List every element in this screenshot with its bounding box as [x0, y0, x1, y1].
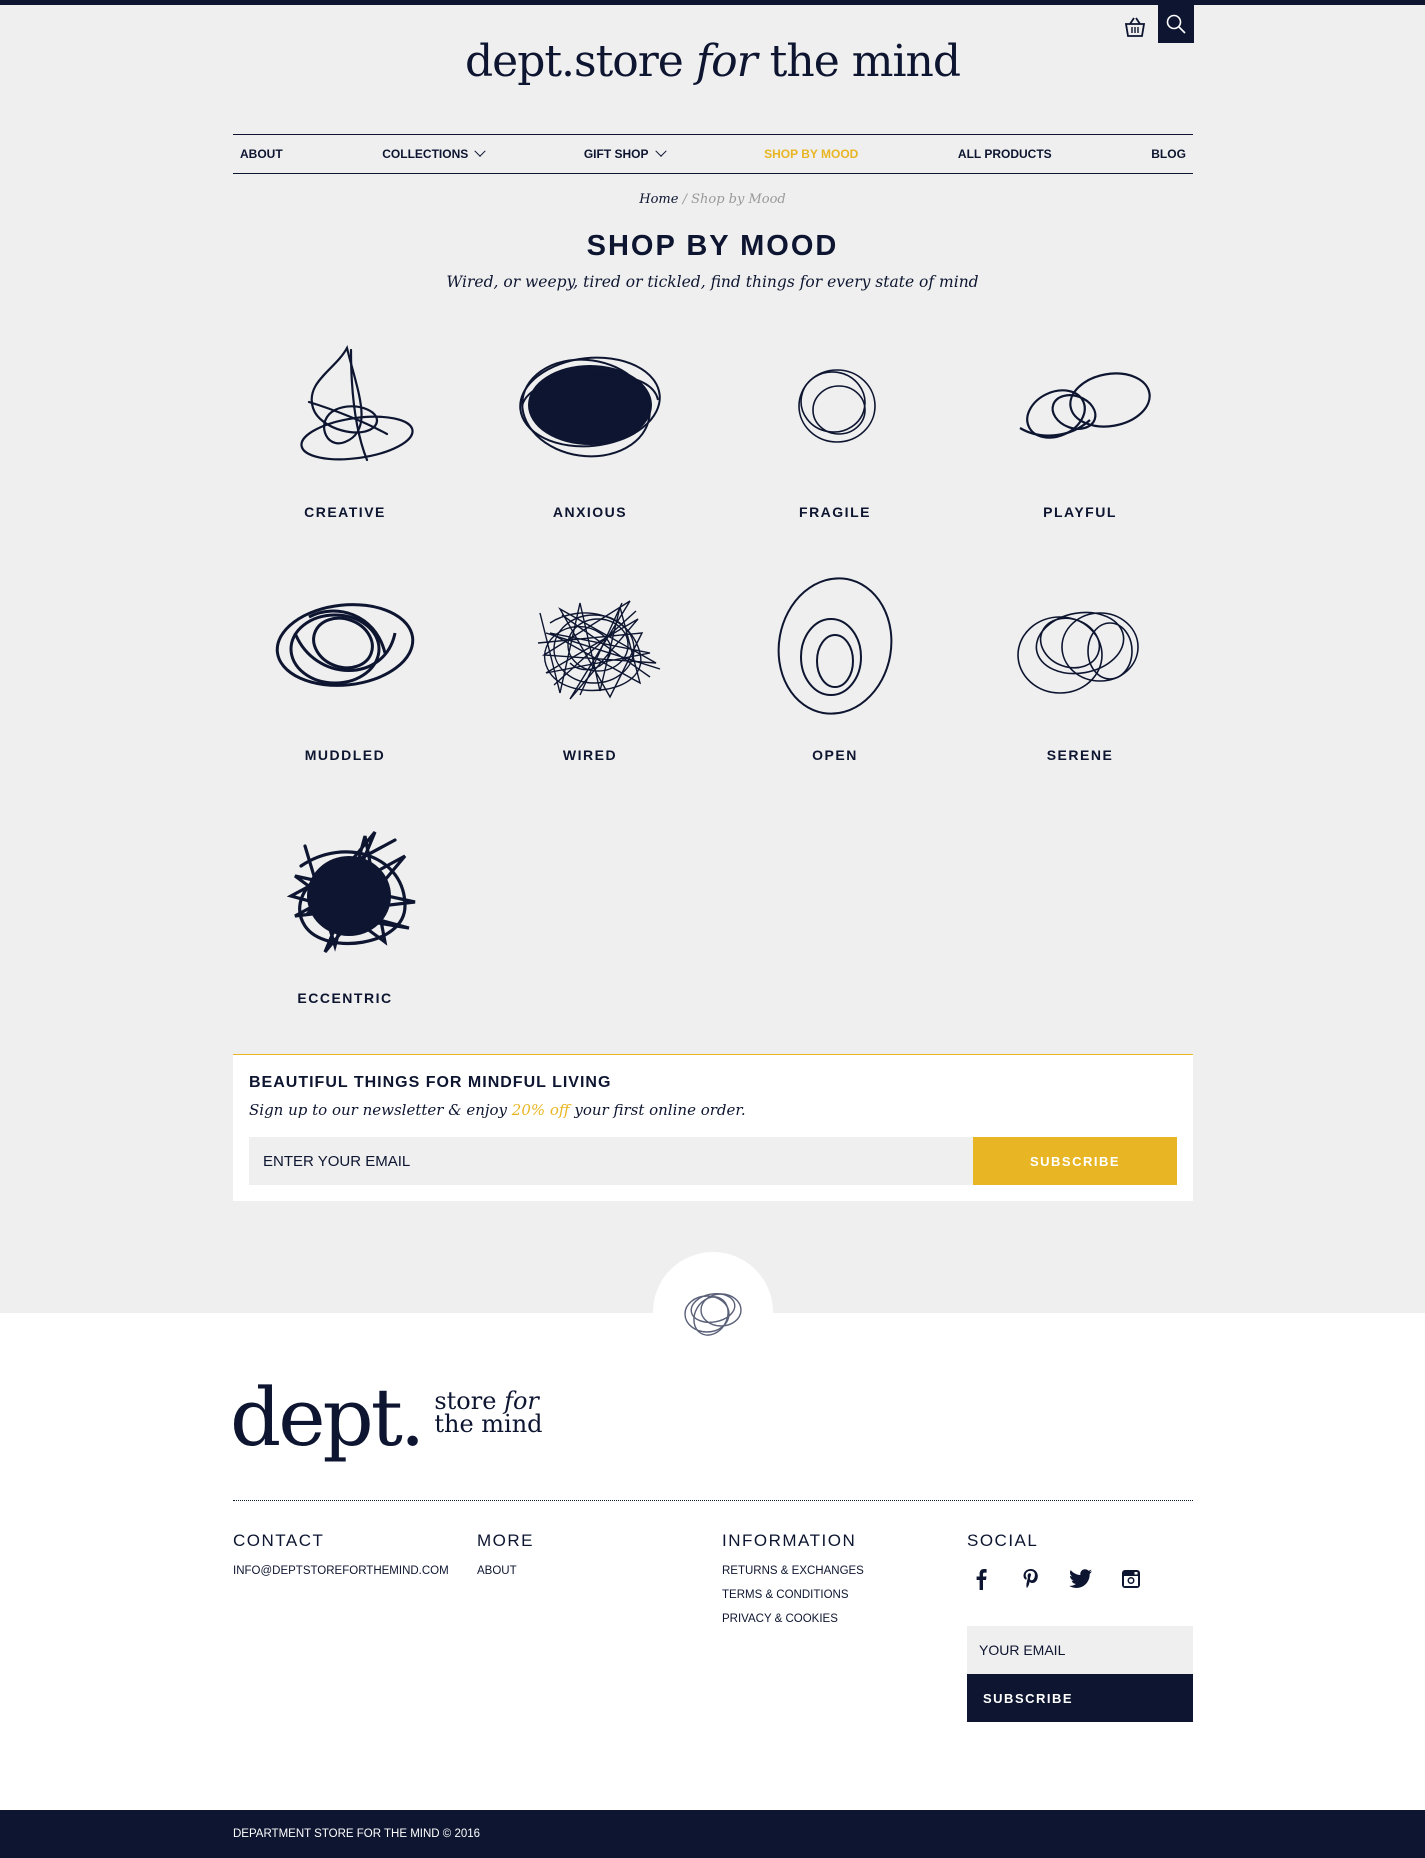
breadcrumb: Home / Shop by Mood — [0, 192, 1425, 207]
mood-label: OPEN — [812, 747, 858, 763]
mood-tile-open[interactable]: OPEN — [723, 573, 947, 773]
footer-link-terms[interactable]: TERMS & CONDITIONS — [722, 1589, 864, 1601]
breadcrumb-current: Shop by Mood — [691, 192, 786, 207]
mood-tile-creative[interactable]: CREATIVE — [233, 330, 457, 530]
fragile-scribble-icon — [798, 369, 876, 443]
serene-scribble-icon — [684, 1292, 742, 1336]
logo-italic: for — [695, 36, 758, 87]
footer-heading-social: SOCIAL — [967, 1531, 1039, 1550]
mood-label: ANXIOUS — [552, 504, 628, 520]
wired-scribble-icon — [537, 600, 661, 700]
mood-label: ECCENTRIC — [297, 990, 393, 1006]
newsletter-text-end: your first online order. — [569, 1101, 746, 1119]
mood-label: FRAGILE — [799, 504, 871, 520]
main-nav: ABOUT COLLECTIONS GIFT SHOP SHOP BY MOOD… — [233, 134, 1193, 174]
footer-email-input[interactable] — [967, 1626, 1193, 1674]
anxious-scribble-icon — [519, 356, 661, 458]
mood-label: MUDDLED — [304, 747, 386, 763]
mood-tile-playful[interactable]: PLAYFUL — [968, 330, 1192, 530]
contact-email-link[interactable]: INFO@DEPTSTOREFORTHEMIND.COM — [233, 1565, 449, 1577]
logo-main: dept.store — [464, 36, 684, 87]
creative-scribble-icon — [300, 344, 414, 462]
nav-label: COLLECTIONS — [382, 147, 469, 161]
footer-subscribe-button[interactable]: SUBSCRIBE — [967, 1674, 1193, 1722]
bottom-bar: DEPARTMENT STORE FOR THE MIND © 2016 — [0, 1810, 1425, 1858]
copyright-text: DEPARTMENT STORE FOR THE MIND © 2016 — [233, 1828, 481, 1840]
nav-label: GIFT SHOP — [583, 147, 649, 161]
newsletter-text: Sign up to our newsletter & enjoy 20% of… — [249, 1101, 746, 1119]
newsletter-subscribe-button[interactable]: SUBSCRIBE — [973, 1137, 1177, 1185]
footer — [0, 1313, 1425, 1810]
mood-tile-anxious[interactable]: ANXIOUS — [478, 330, 702, 530]
nav-label: ALL PRODUCTS — [957, 147, 1052, 161]
footer-heading-more: MORE — [477, 1531, 534, 1550]
chevron-down-icon — [474, 145, 486, 157]
footer-link-about[interactable]: ABOUT — [477, 1565, 534, 1577]
nav-label: BLOG — [1151, 147, 1186, 161]
eccentric-scribble-icon — [286, 830, 416, 954]
mood-label: SERENE — [1046, 747, 1114, 763]
mood-tile-eccentric[interactable]: ECCENTRIC — [233, 816, 457, 1016]
chevron-down-icon — [654, 145, 667, 157]
nav-item-about[interactable]: ABOUT — [240, 147, 283, 161]
pinterest-icon[interactable] — [1017, 1565, 1045, 1593]
nav-item-collections[interactable]: COLLECTIONS — [382, 145, 486, 161]
nav-label: SHOP BY MOOD — [764, 147, 859, 161]
footer-social: SOCIAL — [967, 1531, 1145, 1593]
footer-link-privacy[interactable]: PRIVACY & COOKIES — [722, 1613, 864, 1625]
newsletter-panel: BEAUTIFUL THINGS FOR MINDFUL LIVING Sign… — [233, 1054, 1193, 1201]
mood-tile-wired[interactable]: WIRED — [478, 573, 702, 773]
mood-tile-serene[interactable]: SERENE — [968, 573, 1192, 773]
nav-item-gift-shop[interactable]: GIFT SHOP — [583, 145, 667, 161]
facebook-icon[interactable] — [967, 1565, 995, 1593]
footer-heading-information: INFORMATION — [722, 1531, 857, 1550]
footer-logo-small-2: the mind — [434, 1410, 543, 1439]
footer-link-returns[interactable]: RETURNS & EXCHANGES — [722, 1565, 864, 1577]
newsletter-discount: 20% off — [511, 1101, 570, 1119]
footer-information: INFORMATION RETURNS & EXCHANGES TERMS & … — [722, 1531, 864, 1637]
social-icons — [967, 1565, 1145, 1593]
footer-heading-contact: CONTACT — [233, 1531, 325, 1550]
mood-label: WIRED — [562, 747, 618, 763]
search-icon — [1166, 14, 1186, 34]
breadcrumb-separator: / — [678, 192, 692, 207]
page-subtitle: Wired, or weepy, tired or tickled, find … — [446, 273, 979, 291]
instagram-icon[interactable] — [1117, 1565, 1145, 1593]
footer-logo-big: dept. — [230, 1371, 425, 1464]
muddled-scribble-icon — [275, 603, 415, 687]
footer-logo[interactable]: dept. store for the mind — [230, 1358, 543, 1458]
playful-scribble-icon — [1019, 372, 1151, 439]
newsletter-email-input[interactable] — [249, 1137, 973, 1185]
nav-label: ABOUT — [240, 147, 283, 161]
mood-label: CREATIVE — [304, 504, 386, 520]
nav-item-blog[interactable]: BLOG — [1151, 147, 1186, 161]
site-logo[interactable]: dept.store for the mind — [0, 36, 1425, 87]
newsletter-heading: BEAUTIFUL THINGS FOR MINDFUL LIVING — [249, 1074, 612, 1091]
logo-end: the mind — [769, 36, 961, 87]
page-title: SHOP BY MOOD — [586, 230, 839, 262]
mood-label: PLAYFUL — [1043, 504, 1117, 520]
footer-badge — [653, 1252, 773, 1372]
serene-scribble-icon — [1017, 611, 1139, 694]
footer-contact: CONTACT INFO@DEPTSTOREFORTHEMIND.COM — [233, 1531, 449, 1589]
mood-tile-muddled[interactable]: MUDDLED — [233, 573, 457, 773]
mood-tile-fragile[interactable]: FRAGILE — [723, 330, 947, 530]
footer-logo-small: store for the mind — [434, 1389, 543, 1439]
top-accent-bar — [0, 0, 1425, 5]
open-scribble-icon — [777, 577, 893, 715]
newsletter-text-start: Sign up to our newsletter & enjoy — [249, 1101, 512, 1119]
breadcrumb-home[interactable]: Home — [639, 192, 678, 207]
twitter-icon[interactable] — [1067, 1565, 1095, 1593]
nav-item-shop-by-mood[interactable]: SHOP BY MOOD — [764, 147, 858, 161]
footer-divider — [233, 1500, 1193, 1501]
footer-more: MORE ABOUT — [477, 1531, 534, 1589]
basket-icon — [1124, 17, 1146, 37]
nav-item-all-products[interactable]: ALL PRODUCTS — [958, 147, 1052, 161]
